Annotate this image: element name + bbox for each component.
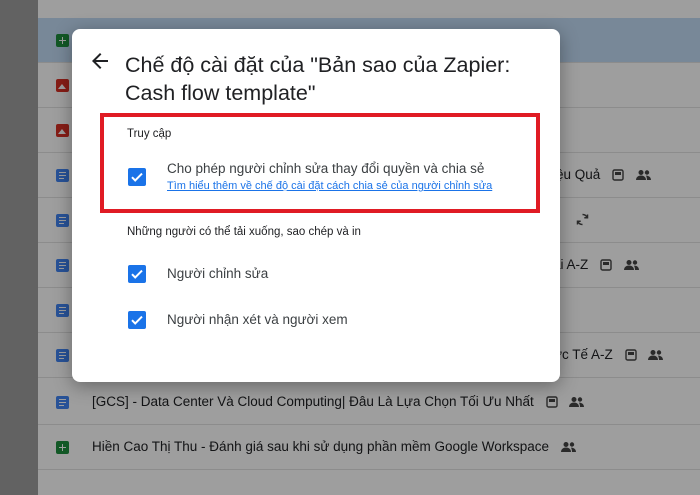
download-section-label: Những người có thể tải xuống, sao chép v… — [127, 226, 361, 238]
editors-label: Người chỉnh sửa — [167, 266, 269, 281]
sharing-settings-dialog: Chế độ cài đặt của "Bản sao của Zapier: … — [72, 29, 560, 382]
allow-editors-change-permissions-label: Cho phép người chỉnh sửa thay đổi quyền … — [167, 161, 485, 176]
learn-more-link[interactable]: Tìm hiểu thêm về chế độ cài đặt cách chi… — [167, 180, 492, 192]
check-icon — [131, 315, 143, 325]
commenters-viewers-label: Người nhận xét và người xem — [167, 312, 348, 327]
commenters-viewers-checkbox[interactable] — [128, 311, 146, 329]
arrow-back-icon — [92, 53, 108, 69]
editors-checkbox[interactable] — [128, 265, 146, 283]
allow-editors-change-permissions-checkbox[interactable] — [128, 168, 146, 186]
back-button[interactable] — [88, 49, 112, 73]
dialog-title: Chế độ cài đặt của "Bản sao của Zapier: … — [125, 53, 511, 105]
check-icon — [131, 269, 143, 279]
check-icon — [131, 172, 143, 182]
access-section-label: Truy cập — [127, 128, 172, 140]
